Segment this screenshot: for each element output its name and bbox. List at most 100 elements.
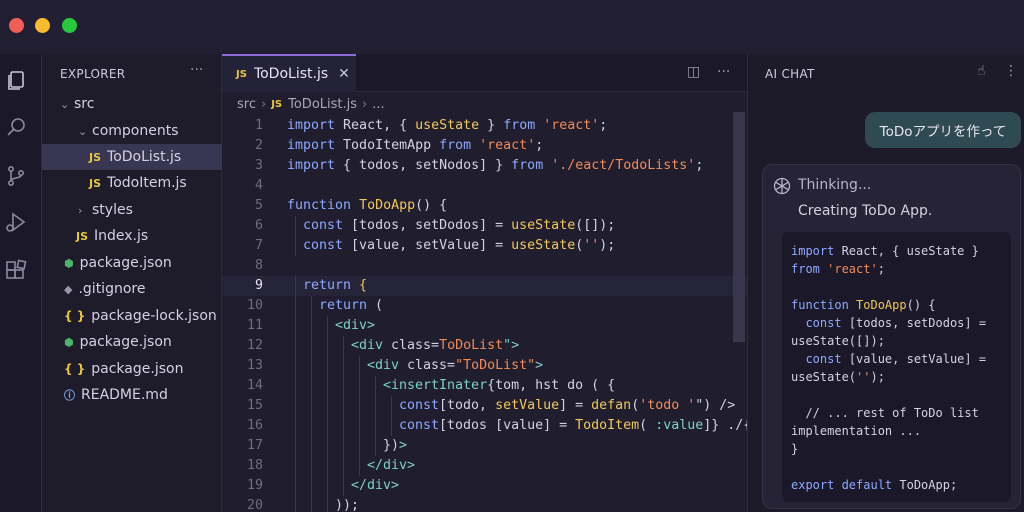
info-file-icon: ⓘ [64, 389, 75, 402]
editor-more-button[interactable]: ··· [717, 64, 730, 80]
editor-scrollbar[interactable] [733, 112, 745, 342]
code-token: () { [906, 298, 936, 312]
tree-file-gitignore[interactable]: ◆ .gitignore [42, 276, 222, 302]
code-text: })> [383, 436, 407, 456]
code-area[interactable]: 1 import React, { useState } from 'react'… [222, 112, 747, 512]
indent-guide [295, 476, 296, 496]
extensions-icon[interactable] [4, 259, 28, 283]
code-line[interactable]: 12 <div class=ToDoList"> [222, 336, 747, 356]
tree-folder-components[interactable]: ⌄ components [42, 118, 222, 144]
code-token: from [439, 138, 480, 153]
js-file-icon: JS [89, 150, 102, 164]
code-token: "> [503, 338, 520, 353]
breadcrumb-src[interactable]: src [237, 97, 256, 112]
indent-guide [327, 436, 328, 456]
indent-guide [359, 416, 360, 436]
code-line[interactable]: 1 import React, { useState } from 'react'… [222, 116, 747, 136]
indent-guide [375, 376, 376, 396]
source-control-icon[interactable] [4, 164, 28, 188]
close-window-button[interactable] [9, 18, 24, 33]
tree-folder-styles[interactable]: › styles [42, 197, 222, 223]
code-line[interactable]: 8 [222, 256, 747, 276]
code-line[interactable]: 11 <div> [222, 316, 747, 336]
code-token: 'react' [543, 118, 600, 133]
code-token: ( [631, 398, 640, 413]
code-line[interactable]: 4 [222, 176, 747, 196]
code-token: <div> [335, 318, 376, 333]
tree-file-todolist[interactable]: JS ToDoList.js [42, 144, 222, 170]
tree-item-label: Index.js [94, 228, 149, 244]
indent-guide [295, 496, 296, 512]
code-token: React, { useState } [841, 244, 979, 258]
chat-more-button[interactable]: ⋮ [1004, 63, 1018, 79]
code-token: useState [511, 238, 576, 253]
run-debug-icon[interactable] [4, 210, 28, 234]
code-text: import { todos, setNodos] } from './eact… [287, 156, 703, 176]
close-icon[interactable]: ✕ [338, 66, 350, 82]
code-token: from [511, 158, 552, 173]
code-line[interactable]: 3 import { todos, setNodos] } from './eac… [222, 156, 747, 176]
code-line[interactable]: 10 return ( [222, 296, 747, 316]
tree-file-package-json-2[interactable]: ⬢ package.json [42, 329, 222, 355]
tree-file-todoitem[interactable]: JS TodoItem.js [42, 170, 222, 196]
code-token: </div> [367, 458, 416, 473]
code-token: ( [639, 418, 656, 433]
tree-file-index[interactable]: JS Index.js [42, 223, 222, 249]
tree-folder-src[interactable]: ⌄ src [42, 91, 222, 117]
files-icon[interactable] [4, 69, 28, 93]
hand-icon[interactable]: ☝ [977, 63, 986, 79]
code-line[interactable]: 20)); [222, 496, 747, 512]
code-token: ToDoApp; [899, 478, 958, 492]
code-line[interactable]: 14 <insertInater{tom, hst do ( { [222, 376, 747, 396]
code-line[interactable]: 15 const[todo, setValue] = defan('todo '"… [222, 396, 747, 416]
code-token: ; [877, 262, 885, 276]
tree-file-readme[interactable]: ⓘ README.md [42, 382, 222, 408]
line-number: 16 [246, 418, 263, 433]
ai-status-text: Creating ToDo App. [798, 203, 933, 219]
search-icon[interactable] [4, 116, 28, 140]
tree-file-package-lock[interactable]: { } package-lock.json [42, 303, 222, 329]
tab-todolist[interactable]: JS ToDoList.js ✕ [222, 54, 356, 92]
code-text: import TodoItemApp from 'react'; [287, 136, 543, 156]
code-line[interactable]: 19 </div> [222, 476, 747, 496]
tree-file-package-json-3[interactable]: { } package.json [42, 356, 222, 382]
code-token: <div [351, 338, 392, 353]
code-line[interactable]: 13 <div class="ToDoList"> [222, 356, 747, 376]
indent-guide [311, 476, 312, 496]
indent-guide [295, 316, 296, 336]
code-token: 'todo ' [639, 398, 696, 413]
code-token: import [287, 158, 344, 173]
code-line[interactable]: 6 const [todos, setDodos] = useState([]); [222, 216, 747, 236]
code-line[interactable]: 9 return { [222, 276, 747, 296]
explorer-panel: EXPLORER ··· ⌄ src ⌄ components JS ToDoL… [42, 54, 222, 512]
tree-file-package-json[interactable]: ⬢ package.json [42, 250, 222, 276]
tree-item-label: styles [92, 202, 133, 218]
code-line[interactable]: 2 import TodoItemApp from 'react'; [222, 136, 747, 156]
code-line[interactable]: 16 const[todos [value] = TodoItem( :value… [222, 416, 747, 436]
indent-guide [311, 416, 312, 436]
code-token: ]} ./{tos [703, 418, 747, 433]
code-text: const[todo, setValue] = defan('todo '") … [399, 396, 735, 416]
code-line[interactable]: 7 const [value, setValue] = useState(''); [222, 236, 747, 256]
indent-guide [359, 396, 360, 416]
code-line[interactable]: 18 </div> [222, 456, 747, 476]
breadcrumb-file[interactable]: ToDoList.js [288, 97, 357, 112]
ai-logo-icon [772, 176, 792, 196]
code-token: ToDoApp [359, 198, 416, 213]
minimize-window-button[interactable] [35, 18, 50, 33]
line-number: 3 [254, 158, 263, 173]
explorer-more-button[interactable]: ··· [190, 62, 203, 78]
indent-guide [359, 376, 360, 396]
maximize-window-button[interactable] [62, 18, 77, 33]
split-editor-icon[interactable]: ◫ [687, 64, 700, 80]
code-token: const [399, 418, 440, 433]
breadcrumb-symbol[interactable]: ... [372, 97, 384, 112]
code-token: ); [870, 370, 885, 384]
code-token: const [399, 398, 440, 413]
tree-item-label: package.json [79, 334, 172, 350]
code-text: <div> [335, 316, 375, 336]
code-line[interactable]: 5 function ToDoApp() { [222, 196, 747, 216]
code-token: ); [599, 238, 616, 253]
code-line[interactable]: 17})> [222, 436, 747, 456]
